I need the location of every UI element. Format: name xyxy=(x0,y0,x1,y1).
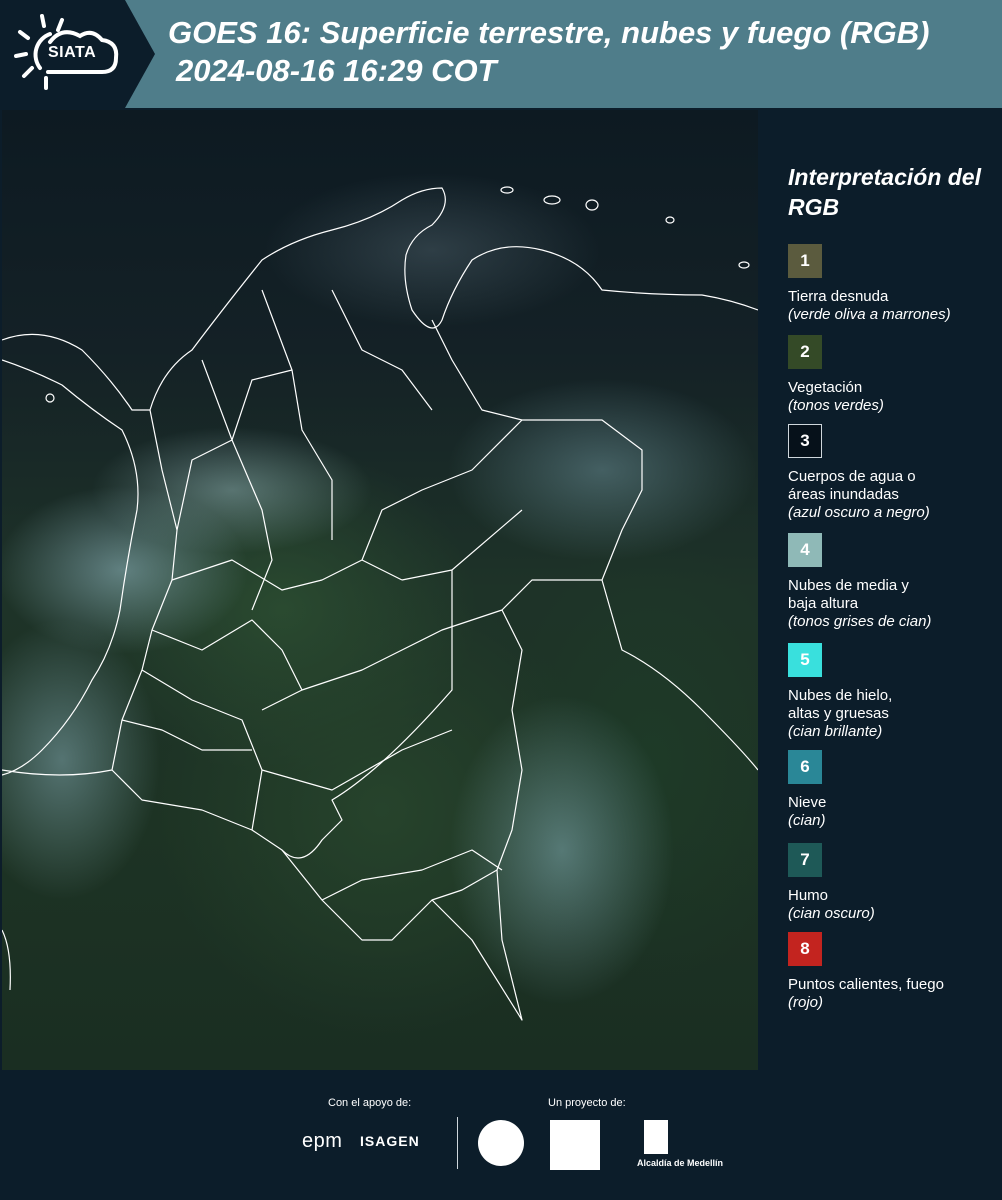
area-metropolitana-logo xyxy=(550,1120,600,1170)
legend-swatch: 8 xyxy=(788,932,822,966)
support-label: Con el apoyo de: xyxy=(328,1097,412,1109)
legend-item-vegetation: 2 Vegetación (tonos verdes) xyxy=(788,335,998,415)
isagen-logo: ISAGEN xyxy=(360,1133,420,1149)
legend-swatch: 7 xyxy=(788,843,822,877)
legend-note: (cian brillante) xyxy=(788,723,883,740)
legend-label: Tierra desnuda xyxy=(788,288,889,305)
legend-item-water: 3 Cuerpos de agua o áreas inundadas (azu… xyxy=(788,424,998,522)
legend-swatch: 1 xyxy=(788,244,822,278)
legend-note: (rojo) xyxy=(788,994,824,1011)
satellite-image xyxy=(2,110,758,1070)
legend-swatch: 2 xyxy=(788,335,822,369)
epm-logo: epm xyxy=(302,1130,343,1152)
header-bar: SIATA GOES 16: Superficie terrestre, nub… xyxy=(0,0,1002,108)
page-title: GOES 16: Superficie terrestre, nubes y f… xyxy=(168,15,930,50)
legend-label: Nubes de hielo, altas y gruesas xyxy=(788,687,893,722)
legend-title: Interpretación del RGB xyxy=(788,164,981,220)
legend-note: (verde oliva a marrones) xyxy=(788,306,951,323)
page-timestamp: 2024-08-16 16:29 COT xyxy=(176,53,497,88)
legend-label: Humo xyxy=(788,887,829,904)
alcaldia-shield-logo xyxy=(644,1120,668,1154)
legend-item-smoke: 7 Humo (cian oscuro) xyxy=(788,843,998,923)
legend-swatch: 6 xyxy=(788,750,822,784)
legend-swatch: 5 xyxy=(788,643,822,677)
siata-logo: SIATA xyxy=(0,0,155,108)
legend-item-fire: 8 Puntos calientes, fuego (rojo) xyxy=(788,932,998,1012)
legend-note: (azul oscuro a negro) xyxy=(788,504,930,521)
legend-label: Cuerpos de agua o áreas inundadas xyxy=(788,468,916,503)
legend-item-ice-clouds: 5 Nubes de hielo, altas y gruesas (cian … xyxy=(788,643,998,741)
boundary-lines xyxy=(2,186,758,1021)
legend-item-low-clouds: 4 Nubes de media y baja altura (tonos gr… xyxy=(788,533,998,631)
legend-note: (cian oscuro) xyxy=(788,905,875,922)
alcaldia-label: Alcaldía de Medellín xyxy=(637,1158,724,1168)
project-label: Un proyecto de: xyxy=(548,1097,626,1109)
legend-note: (tonos grises de cian) xyxy=(788,613,932,630)
legend-label: Nieve xyxy=(788,794,827,811)
legend-note: (tonos verdes) xyxy=(788,397,884,414)
footer-divider xyxy=(457,1117,458,1169)
legend-label: Vegetación xyxy=(788,379,863,396)
legend-label: Nubes de media y baja altura xyxy=(788,577,909,612)
logo-text: SIATA xyxy=(48,44,97,61)
legend-note: (cian) xyxy=(788,812,826,829)
legend-swatch: 4 xyxy=(788,533,822,567)
legend-swatch: 3 xyxy=(788,424,822,458)
legend-label: Puntos calientes, fuego xyxy=(788,976,944,993)
university-seal-logo xyxy=(478,1120,524,1166)
legend-item-bare-soil: 1 Tierra desnuda (verde oliva a marrones… xyxy=(788,244,998,324)
legend-item-snow: 6 Nieve (cian) xyxy=(788,750,998,830)
